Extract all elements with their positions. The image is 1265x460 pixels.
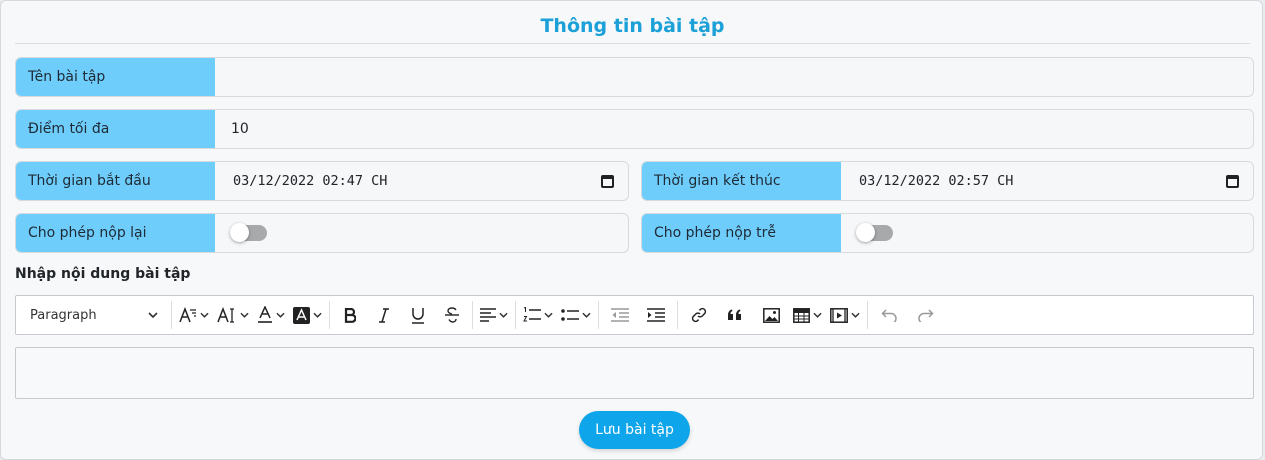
- resubmit-toggle[interactable]: [230, 223, 267, 242]
- content-editor[interactable]: [15, 347, 1254, 399]
- name-field[interactable]: Tên bài tập: [15, 57, 1254, 97]
- insert-table-button[interactable]: [789, 301, 826, 329]
- table-icon: [793, 307, 810, 323]
- chevron-down-icon: [582, 312, 591, 318]
- background-color-button[interactable]: [289, 301, 326, 329]
- start-time-input[interactable]: 03/12/2022 02:47 CH: [215, 173, 628, 189]
- chevron-down-icon: [313, 312, 322, 318]
- bold-icon: [344, 307, 356, 323]
- start-time-field[interactable]: Thời gian bắt đầu 03/12/2022 02:47 CH: [15, 161, 629, 201]
- assignment-card: Thông tin bài tập Tên bài tập Điểm tối đ…: [0, 0, 1263, 460]
- toggle-knob: [230, 223, 249, 242]
- heading-value: Paragraph: [30, 307, 97, 323]
- italic-icon: [379, 307, 389, 323]
- max-score-label: Điểm tối đa: [16, 110, 215, 148]
- calendar-icon[interactable]: [1226, 174, 1239, 188]
- chevron-down-icon: [148, 312, 158, 318]
- chevron-down-icon: [499, 312, 508, 318]
- alignment-button[interactable]: [476, 301, 512, 329]
- save-button[interactable]: Lưu bài tập: [579, 411, 690, 449]
- align-left-icon: [480, 308, 496, 322]
- indent-icon: [647, 308, 665, 322]
- indent-button[interactable]: [638, 301, 674, 329]
- late-submit-label: Cho phép nộp trễ: [642, 214, 841, 252]
- end-time-value: 03/12/2022 02:57 CH: [859, 173, 1014, 189]
- toolbar-separator: [472, 301, 473, 329]
- media-icon: [830, 307, 848, 323]
- editor-toolbar: Paragraph: [15, 295, 1254, 335]
- background-color-icon: [293, 306, 310, 324]
- font-family-button[interactable]: [213, 301, 253, 329]
- image-icon: [762, 307, 780, 323]
- calendar-icon[interactable]: [601, 174, 614, 188]
- content-label: Nhập nội dung bài tập: [15, 266, 191, 282]
- redo-icon: [917, 308, 934, 322]
- start-time-value: 03/12/2022 02:47 CH: [233, 173, 388, 189]
- underline-button[interactable]: [401, 301, 435, 329]
- chevron-down-icon: [276, 312, 285, 318]
- max-score-input[interactable]: 10: [215, 121, 249, 137]
- outdent-button[interactable]: [602, 301, 638, 329]
- strikethrough-icon: [445, 307, 459, 323]
- bulleted-list-button[interactable]: [557, 301, 595, 329]
- insert-media-button[interactable]: [826, 301, 864, 329]
- chevron-down-icon: [851, 312, 860, 318]
- heading-dropdown[interactable]: Paragraph: [22, 301, 168, 329]
- undo-button[interactable]: [871, 301, 907, 329]
- toolbar-separator: [329, 301, 330, 329]
- underline-icon: [412, 307, 424, 324]
- late-submit-toggle[interactable]: [856, 223, 893, 242]
- bulleted-list-icon: [561, 309, 579, 321]
- font-size-button[interactable]: [175, 301, 213, 329]
- resubmit-field: Cho phép nộp lại: [15, 213, 629, 253]
- page-title: Thông tin bài tập: [540, 15, 725, 37]
- font-size-icon: [179, 307, 196, 323]
- undo-icon: [880, 308, 897, 322]
- resubmit-label: Cho phép nộp lại: [16, 214, 215, 252]
- toolbar-separator: [867, 301, 868, 329]
- block-quote-button[interactable]: [717, 301, 753, 329]
- chevron-down-icon: [240, 312, 249, 318]
- chevron-down-icon: [544, 312, 553, 318]
- toolbar-separator: [598, 301, 599, 329]
- late-submit-field: Cho phép nộp trễ: [641, 213, 1254, 253]
- numbered-list-button[interactable]: [519, 301, 557, 329]
- max-score-field[interactable]: Điểm tối đa 10: [15, 109, 1254, 149]
- name-label: Tên bài tập: [16, 58, 215, 96]
- italic-button[interactable]: [367, 301, 401, 329]
- title-divider: [15, 43, 1250, 44]
- font-color-button[interactable]: [253, 301, 289, 329]
- redo-button[interactable]: [907, 301, 943, 329]
- end-time-input[interactable]: 03/12/2022 02:57 CH: [841, 173, 1253, 189]
- toolbar-separator: [515, 301, 516, 329]
- font-family-icon: [217, 307, 234, 323]
- toggle-knob: [856, 223, 875, 242]
- numbered-list-icon: [523, 307, 541, 322]
- toolbar-separator: [171, 301, 172, 329]
- chevron-down-icon: [200, 312, 209, 318]
- font-color-icon: [258, 306, 272, 323]
- start-time-label: Thời gian bắt đầu: [16, 162, 215, 200]
- end-time-label: Thời gian kết thúc: [642, 162, 841, 200]
- end-time-field[interactable]: Thời gian kết thúc 03/12/2022 02:57 CH: [641, 161, 1254, 201]
- strikethrough-button[interactable]: [435, 301, 469, 329]
- chevron-down-icon: [813, 312, 822, 318]
- quote-icon: [728, 309, 741, 320]
- insert-image-button[interactable]: [753, 301, 789, 329]
- toolbar-separator: [677, 301, 678, 329]
- link-button[interactable]: [681, 301, 717, 329]
- outdent-icon: [611, 308, 629, 322]
- link-icon: [691, 307, 707, 323]
- bold-button[interactable]: [333, 301, 367, 329]
